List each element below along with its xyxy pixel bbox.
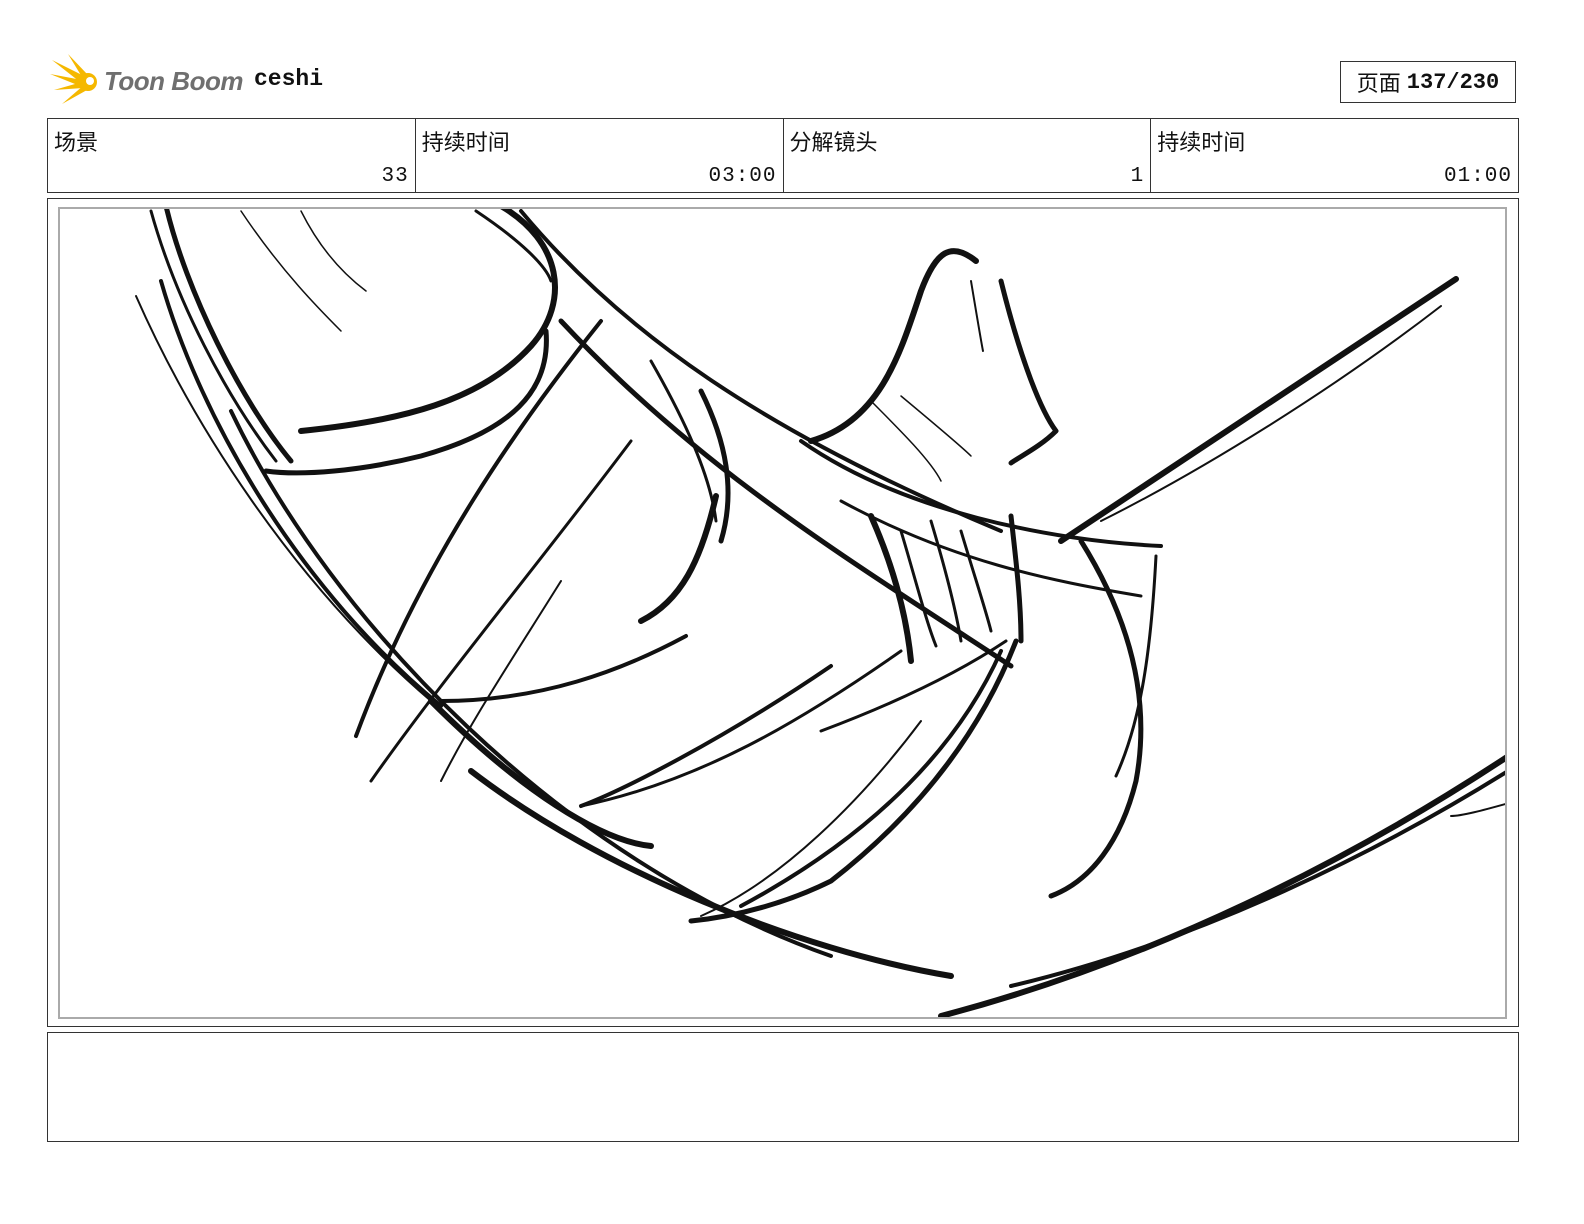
- scene-duration-cell: 持续时间 03:00: [416, 119, 784, 192]
- safe-area-frame: [58, 207, 1507, 1019]
- page-label: 页面: [1356, 72, 1401, 97]
- panel-cell: 分解镜头 1: [784, 119, 1152, 192]
- panel-duration-label: 持续时间: [1157, 131, 1246, 156]
- panel-info-table: 场景 33 持续时间 03:00 分解镜头 1 持续时间 01:00: [47, 118, 1519, 193]
- project-name: ceshi: [254, 66, 324, 92]
- toon-boom-star-icon: [50, 54, 97, 104]
- page-indicator: 页面 137/230: [1340, 61, 1516, 103]
- toon-boom-logo: Toon Boom: [50, 52, 250, 108]
- scene-cell: 场景 33: [48, 119, 416, 192]
- panel-sketch-drawing: [135, 209, 1505, 1017]
- brand-name: Toon Boom: [104, 66, 243, 96]
- page-value: 137/230: [1406, 69, 1500, 95]
- panel-duration-value: 01:00: [1443, 165, 1512, 188]
- scene-value: 33: [381, 165, 409, 188]
- scene-duration-value: 03:00: [708, 165, 777, 188]
- panel-value: 1: [1130, 165, 1145, 188]
- storyboard-panel: [47, 198, 1519, 1027]
- panel-duration-cell: 持续时间 01:00: [1151, 119, 1518, 192]
- panel-label: 分解镜头: [789, 131, 878, 156]
- scene-duration-label: 持续时间: [421, 131, 510, 156]
- panel-notes-area[interactable]: [47, 1032, 1519, 1142]
- scene-label: 场景: [54, 131, 99, 156]
